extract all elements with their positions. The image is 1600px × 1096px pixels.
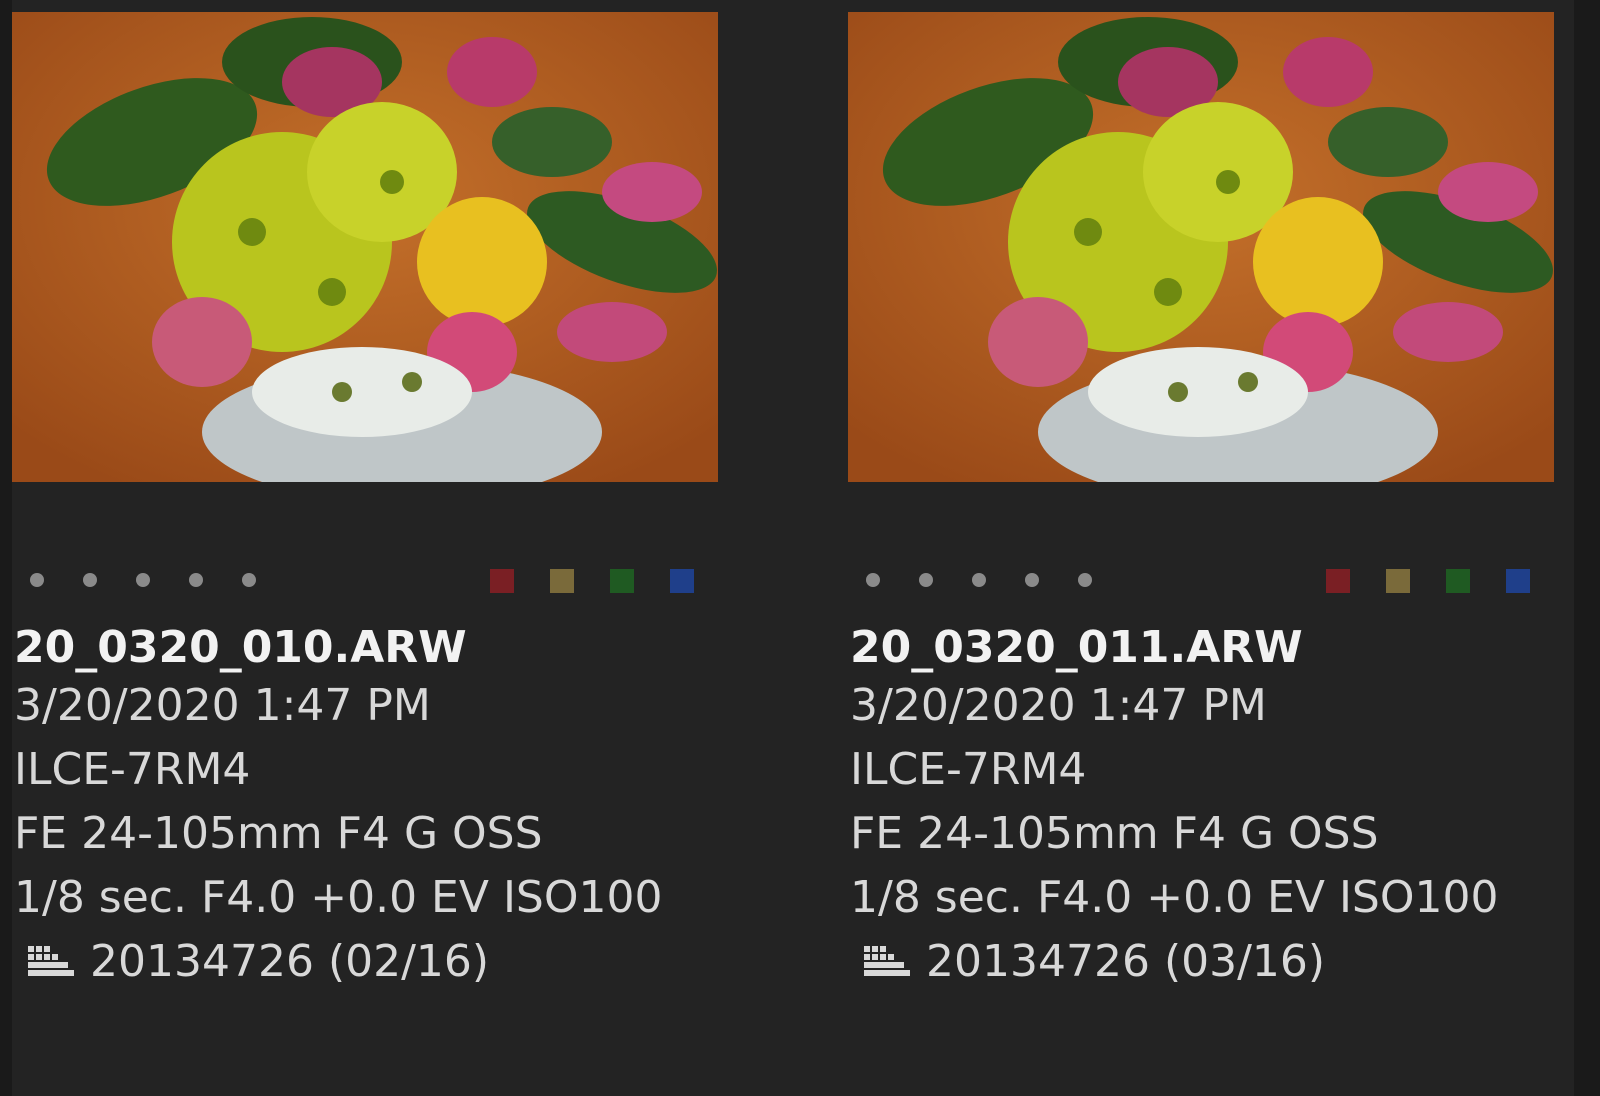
capture-datetime: 3/20/2020 1:47 PM: [14, 680, 431, 731]
file-name: 20_0320_011.ARW: [850, 622, 1303, 673]
exposure-info: 1/8 sec. F4.0 +0.0 EV ISO100: [14, 872, 663, 923]
rating-dot-5[interactable]: [1078, 573, 1092, 587]
rating-dot-1[interactable]: [866, 573, 880, 587]
photo-thumbnail[interactable]: [12, 12, 718, 482]
rating-dot-5[interactable]: [242, 573, 256, 587]
color-label-yellow[interactable]: [1386, 569, 1410, 593]
color-label-green[interactable]: [610, 569, 634, 593]
rating-dots[interactable]: [30, 565, 295, 595]
burst-group-icon: [864, 946, 910, 976]
rating-dot-4[interactable]: [189, 573, 203, 587]
color-label-red[interactable]: [490, 569, 514, 593]
color-label-blue[interactable]: [1506, 569, 1530, 593]
photo-metadata: 20_0320_011.ARW 3/20/2020 1:47 PM ILCE-7…: [850, 622, 1498, 994]
capture-datetime: 3/20/2020 1:47 PM: [850, 680, 1267, 731]
photo-card[interactable]: 20_0320_011.ARW 3/20/2020 1:47 PM ILCE-7…: [848, 12, 1554, 1072]
color-label-green[interactable]: [1446, 569, 1470, 593]
right-edge: [1574, 0, 1600, 1096]
rating-dot-2[interactable]: [919, 573, 933, 587]
photo-card[interactable]: 20_0320_010.ARW 3/20/2020 1:47 PM ILCE-7…: [12, 12, 718, 1072]
group-id: 20134726 (03/16): [926, 936, 1326, 987]
camera-model: ILCE-7RM4: [850, 744, 1087, 795]
rating-dot-3[interactable]: [136, 573, 150, 587]
color-label-red[interactable]: [1326, 569, 1350, 593]
file-name: 20_0320_010.ARW: [14, 622, 467, 673]
rating-dot-4[interactable]: [1025, 573, 1039, 587]
burst-group-icon: [28, 946, 74, 976]
camera-model: ILCE-7RM4: [14, 744, 251, 795]
group-info: 20134726 (02/16): [14, 930, 662, 994]
rating-dot-2[interactable]: [83, 573, 97, 587]
lens-name: FE 24-105mm F4 G OSS: [14, 808, 543, 859]
group-id: 20134726 (02/16): [90, 936, 490, 987]
color-label-yellow[interactable]: [550, 569, 574, 593]
exposure-info: 1/8 sec. F4.0 +0.0 EV ISO100: [850, 872, 1499, 923]
rating-dot-3[interactable]: [972, 573, 986, 587]
group-info: 20134726 (03/16): [850, 930, 1498, 994]
color-labels[interactable]: [490, 569, 730, 593]
color-labels[interactable]: [1326, 569, 1566, 593]
lens-name: FE 24-105mm F4 G OSS: [850, 808, 1379, 859]
rating-dot-1[interactable]: [30, 573, 44, 587]
rating-dots[interactable]: [866, 565, 1131, 595]
photo-metadata: 20_0320_010.ARW 3/20/2020 1:47 PM ILCE-7…: [14, 622, 662, 994]
color-label-blue[interactable]: [670, 569, 694, 593]
photo-thumbnail[interactable]: [848, 12, 1554, 482]
left-edge: [0, 0, 12, 1096]
